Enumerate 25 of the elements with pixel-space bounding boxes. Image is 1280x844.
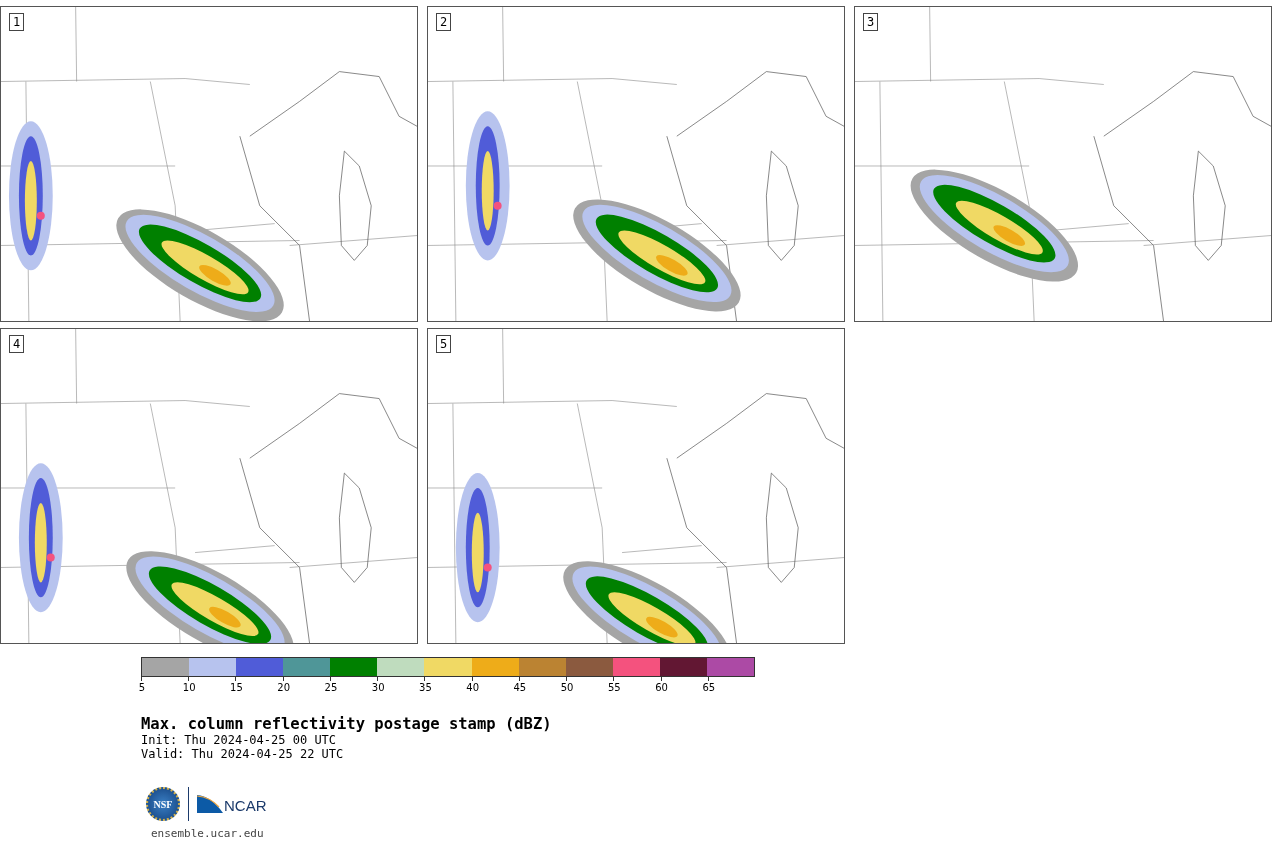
colorbar-tick-label: 10 xyxy=(181,682,197,693)
colorbar-tick-label: 35 xyxy=(418,682,433,693)
panel-number: 1 xyxy=(9,13,25,31)
colorbar-tick-label: 15 xyxy=(229,682,244,693)
colorbar-tick-label: 50 xyxy=(559,682,575,693)
init-time: Init: Thu 2024-04-25 00 UTC xyxy=(141,733,338,747)
panel-number: 4 xyxy=(9,335,25,353)
colorbar-tick-label: 45 xyxy=(512,682,528,693)
colorbar-tick-label: 25 xyxy=(323,682,339,693)
colorbar-tick-label: 20 xyxy=(276,682,292,693)
plot-title: Max. column reflectivity postage stamp (dBZ) xyxy=(141,715,553,733)
panel-number: 2 xyxy=(436,13,452,31)
swoosh-icon xyxy=(197,795,223,813)
valid-time: Valid: Thu 2024-04-25 22 UTC xyxy=(141,747,345,761)
colorbar-tick-label: 65 xyxy=(701,682,717,693)
panel-number: 5 xyxy=(436,335,452,353)
colorbar-tick-label: 40 xyxy=(465,682,480,693)
panel-number: 3 xyxy=(863,13,879,31)
colorbar-tick-label: 5 xyxy=(137,682,147,693)
site-url: ensemble.ucar.edu xyxy=(151,827,265,840)
colorbar-tick-label: 30 xyxy=(370,682,386,693)
colorbar-tick-label: 55 xyxy=(606,682,622,693)
colorbar-tick-label: 60 xyxy=(654,682,669,693)
nsf-logo: NSF xyxy=(146,787,180,821)
ncar-logo: NCAR xyxy=(224,798,267,813)
